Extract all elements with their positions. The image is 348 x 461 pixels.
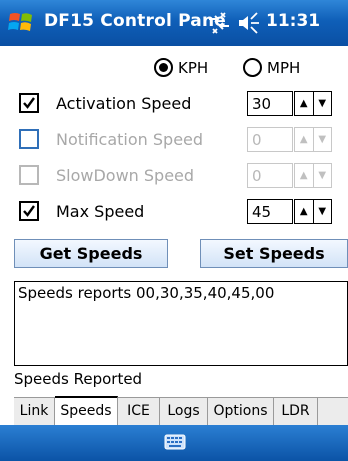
tab-link[interactable]: Link (14, 398, 55, 425)
activation-speed-spinner[interactable]: ▲ ▼ (294, 91, 332, 116)
mph-radio[interactable]: MPH (243, 58, 300, 77)
network-icon[interactable] (206, 10, 232, 36)
tab-strip: Link Speeds ICE Logs Options LDR (14, 396, 348, 425)
slowdown-speed-spinner[interactable]: ▲ ▼ (294, 163, 332, 188)
max-speed-input[interactable]: 45 (247, 199, 293, 224)
softkey-bar (0, 425, 348, 461)
kph-radio-label: KPH (178, 58, 209, 77)
spin-down-icon[interactable]: ▼ (312, 92, 332, 115)
spin-up-icon[interactable]: ▲ (295, 164, 313, 187)
max-speed-label: Max Speed (56, 202, 145, 221)
volume-icon[interactable] (237, 11, 261, 35)
notification-speed-label: Notification Speed (56, 130, 204, 149)
tab-speeds[interactable]: Speeds (55, 396, 118, 425)
set-speeds-button[interactable]: Set Speeds (200, 239, 348, 268)
speeds-output-text: Speeds reports 00,30,35,40,45,00 (18, 284, 275, 302)
windows-start-icon[interactable] (8, 9, 34, 35)
max-speed-spinner[interactable]: ▲ ▼ (294, 199, 332, 224)
title-bar: DF15 Control Pane 11:31 (0, 0, 348, 46)
radio-selected-indicator (154, 58, 173, 77)
clock[interactable]: 11:31 (266, 11, 320, 31)
tab-ldr[interactable]: LDR (274, 398, 318, 425)
keyboard-icon[interactable] (164, 433, 186, 451)
tab-options[interactable]: Options (208, 398, 274, 425)
notification-speed-checkbox[interactable] (19, 129, 39, 149)
spin-up-icon[interactable]: ▲ (295, 92, 313, 115)
speeds-output-box[interactable]: Speeds reports 00,30,35,40,45,00 (14, 281, 348, 366)
max-speed-checkbox[interactable] (19, 201, 39, 221)
checkmark-icon (23, 97, 35, 109)
activation-speed-label: Activation Speed (56, 94, 192, 113)
get-speeds-button[interactable]: Get Speeds (14, 239, 168, 268)
status-text: Speeds Reported (14, 370, 143, 388)
tab-logs[interactable]: Logs (160, 398, 208, 425)
control-pane-content: KPH MPH Activation Speed 30 ▲ ▼ Notifica… (0, 46, 348, 425)
slowdown-speed-checkbox[interactable] (19, 165, 39, 185)
checkmark-icon (23, 205, 35, 217)
spin-down-icon[interactable]: ▼ (312, 164, 332, 187)
spin-down-icon[interactable]: ▼ (312, 128, 332, 151)
radio-unselected-indicator (243, 58, 262, 77)
spin-down-icon[interactable]: ▼ (312, 200, 332, 223)
spin-up-icon[interactable]: ▲ (295, 128, 313, 151)
kph-radio[interactable]: KPH (154, 58, 208, 77)
tab-ice[interactable]: ICE (118, 398, 160, 425)
mph-radio-label: MPH (267, 58, 301, 77)
slowdown-speed-input[interactable]: 0 (247, 163, 293, 188)
window-title: DF15 Control Pane (44, 11, 226, 31)
slowdown-speed-label: SlowDown Speed (56, 166, 195, 185)
notification-speed-input[interactable]: 0 (247, 127, 293, 152)
activation-speed-checkbox[interactable] (19, 93, 39, 113)
activation-speed-input[interactable]: 30 (247, 91, 293, 116)
left-frame-edge (0, 46, 14, 425)
notification-speed-spinner[interactable]: ▲ ▼ (294, 127, 332, 152)
spin-up-icon[interactable]: ▲ (295, 200, 313, 223)
